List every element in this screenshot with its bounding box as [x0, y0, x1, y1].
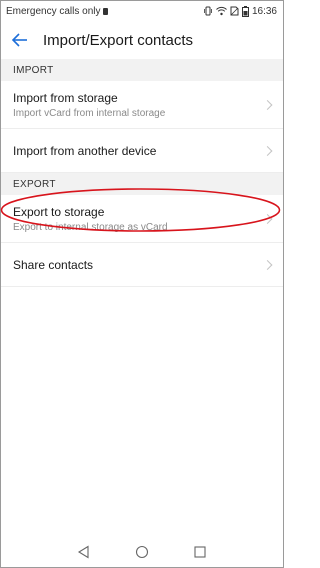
- no-sim-icon: [230, 6, 239, 16]
- import-from-storage-item[interactable]: Import from storage Import vCard from in…: [1, 81, 283, 129]
- item-description: Export to internal storage as vCard: [13, 221, 168, 233]
- status-right: 16:36: [203, 5, 277, 17]
- recents-square-icon[interactable]: [193, 545, 207, 559]
- item-label: Import from storage: [13, 90, 118, 105]
- item-description: Import vCard from internal storage: [13, 107, 166, 119]
- sim-icon: [103, 7, 109, 15]
- status-left: Emergency calls only: [6, 5, 109, 17]
- export-to-storage-item[interactable]: Export to storage Export to internal sto…: [1, 195, 283, 243]
- status-bar: Emergency calls only 16:36: [1, 1, 283, 21]
- navigation-bar: [1, 537, 283, 567]
- carrier-text: Emergency calls only: [6, 5, 101, 17]
- home-circle-icon[interactable]: [135, 545, 149, 559]
- arrow-left-icon[interactable]: [11, 31, 29, 49]
- share-contacts-item[interactable]: Share contacts: [1, 243, 283, 287]
- item-label: Import from another device: [13, 143, 157, 158]
- app-bar: Import/Export contacts: [1, 21, 283, 59]
- wifi-icon: [216, 6, 227, 16]
- back-triangle-icon[interactable]: [77, 545, 91, 559]
- battery-icon: [241, 5, 249, 17]
- import-section-header: IMPORT: [1, 59, 283, 81]
- item-label: Share contacts: [13, 257, 94, 272]
- item-label: Export to storage: [13, 204, 105, 219]
- page-title: Import/Export contacts: [43, 31, 194, 49]
- clock: 16:36: [251, 5, 277, 17]
- import-from-another-device-item[interactable]: Import from another device: [1, 129, 283, 173]
- export-section-header: EXPORT: [1, 173, 283, 195]
- vibrate-icon: [204, 6, 212, 16]
